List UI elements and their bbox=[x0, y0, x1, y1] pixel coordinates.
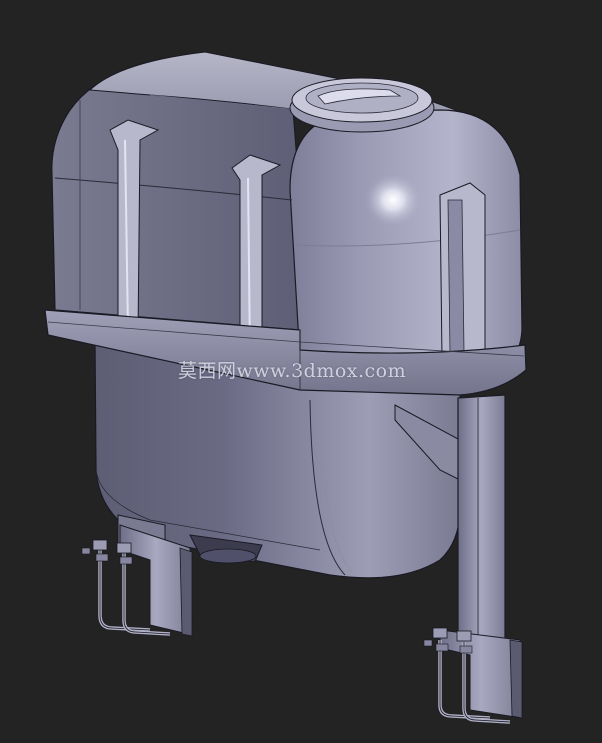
tank-strap-right bbox=[439, 182, 486, 363]
filler-cap bbox=[289, 77, 435, 133]
cad-viewport: 莫西网www.3dmox.com bbox=[0, 0, 602, 743]
watermark-text: 莫西网www.3dmox.com bbox=[178, 360, 407, 382]
